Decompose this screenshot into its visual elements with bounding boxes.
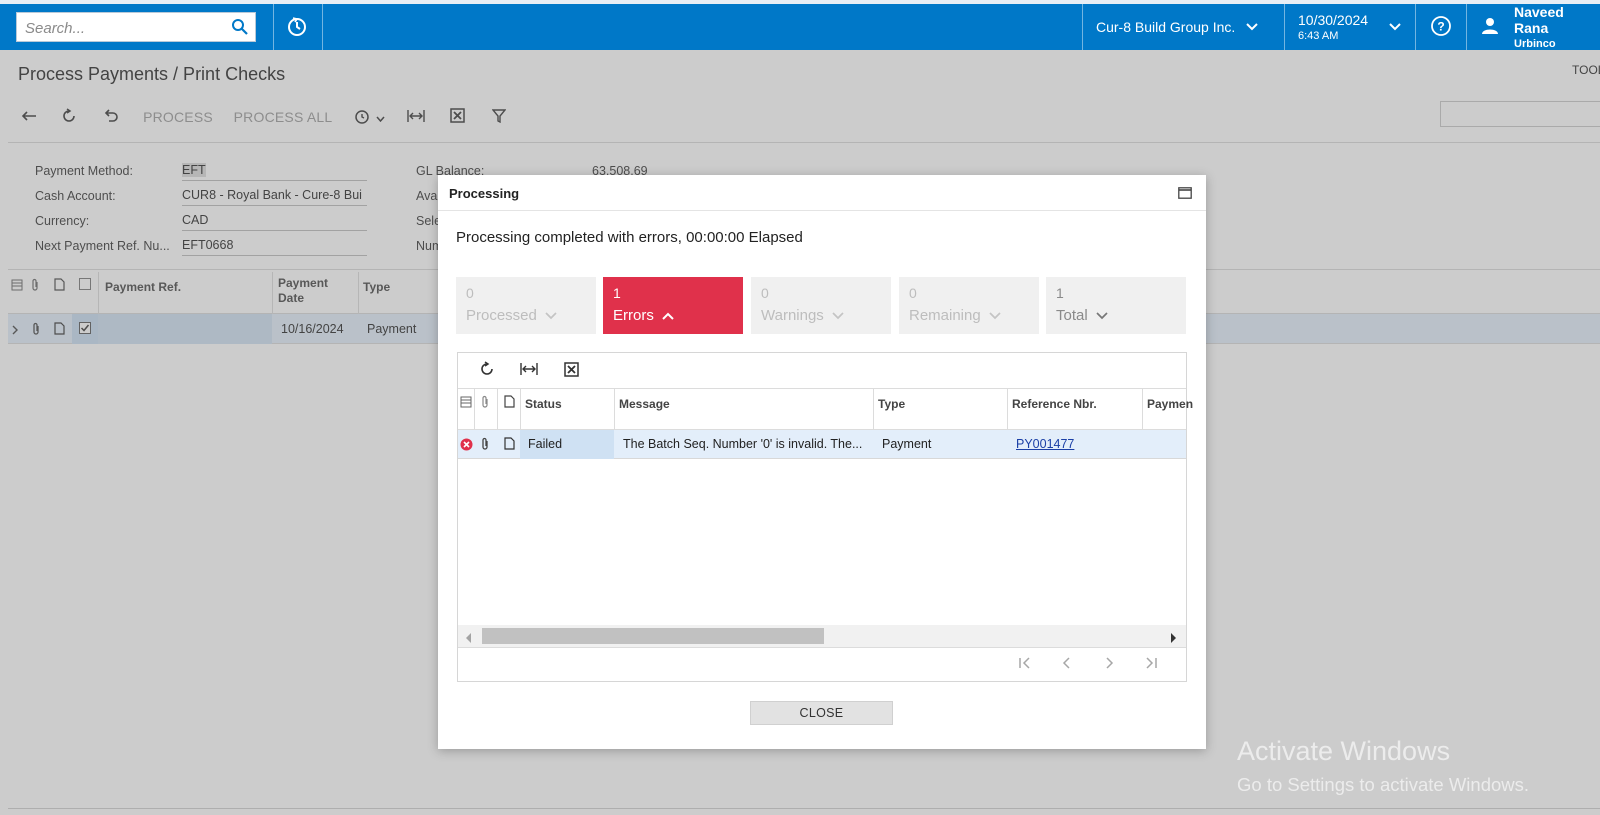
stat-errors-label: Errors <box>613 307 654 324</box>
fit-width-icon <box>520 362 538 379</box>
chevron-down-icon <box>832 307 844 324</box>
column-header-payment[interactable]: Paymen <box>1147 397 1193 411</box>
stat-warnings[interactable]: 0 Warnings <box>751 277 891 334</box>
stat-remaining-count: 0 <box>909 285 917 301</box>
business-time: 6:43 AM <box>1298 30 1339 42</box>
stat-processed-label: Processed <box>466 307 537 324</box>
attachment-icon <box>480 395 490 412</box>
chevron-up-icon <box>662 307 674 324</box>
processing-dialog: Processing Processing completed with err… <box>438 175 1206 749</box>
pager <box>458 647 1186 681</box>
chevron-down-icon <box>1096 307 1108 324</box>
chevron-down-icon <box>545 307 557 324</box>
horizontal-scrollbar[interactable] <box>458 625 1186 647</box>
date-selector[interactable]: 10/30/2024 6:43 AM <box>1298 4 1402 50</box>
chevron-down-icon <box>1388 20 1402 35</box>
search-input[interactable]: Search... <box>16 12 256 42</box>
column-divider <box>474 389 475 431</box>
stat-total-label: Total <box>1056 307 1088 324</box>
user-icon <box>1480 16 1500 39</box>
results-toolbar <box>458 353 1186 388</box>
stat-errors-count: 1 <box>613 285 621 301</box>
column-header-reference-nbr[interactable]: Reference Nbr. <box>1012 397 1097 411</box>
fit-columns-button[interactable] <box>508 356 550 386</box>
message-cell: The Batch Seq. Number '0' is invalid. Th… <box>623 437 863 451</box>
business-date: 10/30/2024 <box>1298 12 1369 28</box>
topbar-divider <box>1284 4 1285 50</box>
column-divider <box>497 389 498 431</box>
attachment-icon[interactable] <box>480 437 490 454</box>
chevron-down-icon <box>989 307 1001 324</box>
svg-text:?: ? <box>1437 19 1444 33</box>
refresh-icon <box>479 361 495 380</box>
reference-nbr-link[interactable]: PY001477 <box>1016 437 1074 451</box>
previous-page-icon[interactable] <box>1060 656 1074 675</box>
note-icon[interactable] <box>504 437 515 453</box>
stat-remaining[interactable]: 0 Remaining <box>899 277 1039 334</box>
next-page-icon[interactable] <box>1102 656 1116 675</box>
column-header-type[interactable]: Type <box>878 397 905 411</box>
topbar-divider <box>1415 4 1416 50</box>
scroll-right-icon[interactable] <box>1170 631 1176 646</box>
maximize-icon[interactable] <box>1178 187 1192 202</box>
company-name: Cur-8 Build Group Inc. <box>1096 19 1236 35</box>
scrollbar-thumb[interactable] <box>482 628 824 644</box>
company-selector[interactable]: Cur-8 Build Group Inc. <box>1096 4 1259 50</box>
dialog-divider <box>438 210 1206 211</box>
excel-icon <box>563 361 579 380</box>
search-placeholder: Search... <box>25 20 86 37</box>
help-icon: ? <box>1430 15 1452 40</box>
row-selector-icon <box>460 396 472 411</box>
stat-warnings-label: Warnings <box>761 307 824 324</box>
note-icon <box>504 395 515 411</box>
user-name: Naveed Rana <box>1514 4 1564 36</box>
recent-history-button[interactable] <box>286 4 308 50</box>
user-menu[interactable]: Naveed Rana Urbinco <box>1480 4 1600 50</box>
history-icon <box>286 15 308 40</box>
export-excel-button[interactable] <box>550 356 592 386</box>
dialog-title: Processing <box>449 186 520 201</box>
column-divider <box>1007 389 1008 431</box>
column-divider <box>520 389 521 431</box>
stat-total[interactable]: 1 Total <box>1046 277 1186 334</box>
chevron-down-icon <box>1245 19 1259 35</box>
search-icon[interactable] <box>231 18 249 39</box>
processing-message: Processing completed with errors, 00:00:… <box>456 229 803 246</box>
last-page-icon[interactable] <box>1144 656 1158 675</box>
status-cell: Failed <box>528 437 563 451</box>
close-button[interactable]: CLOSE <box>750 701 893 725</box>
topbar-divider <box>1466 4 1467 50</box>
column-header-message[interactable]: Message <box>619 397 670 411</box>
table-row[interactable]: Failed The Batch Seq. Number '0' is inva… <box>458 430 1186 459</box>
activate-windows-hint: Go to Settings to activate Windows. <box>1237 774 1530 795</box>
scroll-left-icon[interactable] <box>466 631 472 646</box>
column-header-status[interactable]: Status <box>525 397 562 411</box>
results-grid-header: Status Message Type Reference Nbr. Payme… <box>458 388 1193 431</box>
stat-processed[interactable]: 0 Processed <box>456 277 596 334</box>
stat-warnings-count: 0 <box>761 285 769 301</box>
topbar-divider <box>273 4 274 50</box>
help-button[interactable]: ? <box>1430 4 1452 50</box>
column-divider <box>614 389 615 431</box>
refresh-button[interactable] <box>466 356 508 386</box>
column-divider <box>873 389 874 431</box>
stat-total-count: 1 <box>1056 285 1064 301</box>
type-cell: Payment <box>882 437 932 451</box>
stat-processed-count: 0 <box>466 285 474 301</box>
column-divider <box>1142 389 1143 431</box>
user-org: Urbinco <box>1514 38 1556 50</box>
stat-remaining-label: Remaining <box>909 307 981 324</box>
topbar-divider <box>322 4 323 50</box>
error-icon <box>460 438 473 454</box>
results-grid: Status Message Type Reference Nbr. Payme… <box>457 352 1193 682</box>
first-page-icon[interactable] <box>1018 656 1032 675</box>
top-bar: Search... Cur-8 Build Group Inc. 10/30/2… <box>0 0 1600 50</box>
topbar-divider <box>1082 4 1083 50</box>
stat-errors[interactable]: 1 Errors <box>603 277 743 334</box>
activate-windows-watermark: Activate Windows <box>1237 736 1451 766</box>
